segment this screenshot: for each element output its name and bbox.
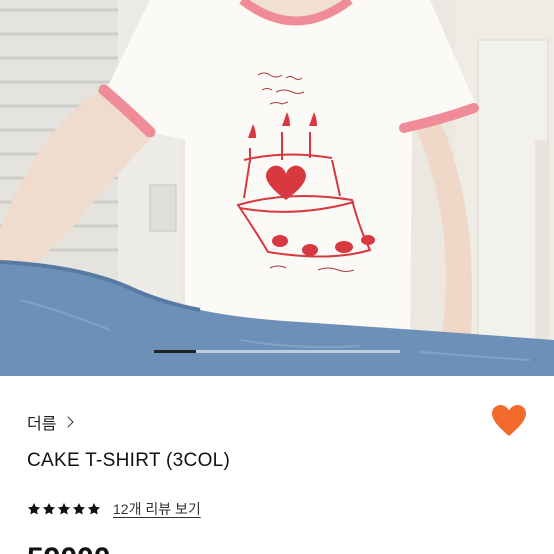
star-icon — [27, 503, 41, 515]
rating-row: 12개 리뷰 보기 — [27, 499, 201, 519]
brand-link[interactable]: 더름 — [27, 410, 75, 434]
chevron-right-icon — [62, 416, 75, 428]
star-icon — [72, 503, 86, 515]
price: 59000원 — [27, 542, 128, 554]
product-title: CAKE T-SHIRT (3COL) — [27, 450, 231, 471]
star-icon — [57, 503, 71, 515]
brand-name: 더름 — [27, 416, 57, 433]
star-icon — [87, 503, 101, 515]
reviews-link[interactable]: 12개 리뷰 보기 — [113, 499, 201, 519]
product-photo[interactable] — [0, 0, 554, 376]
star-icon — [42, 503, 56, 515]
carousel-indicator — [154, 350, 400, 353]
rating-stars — [27, 502, 101, 516]
price-value: 59000 — [27, 542, 110, 554]
carousel-indicator-thumb — [154, 350, 196, 353]
product-info: 더름 CAKE T-SHIRT (3COL) 12개 리뷰 보기 59000원 — [0, 376, 554, 554]
heart-icon — [492, 405, 526, 436]
wishlist-button[interactable] — [491, 404, 527, 438]
